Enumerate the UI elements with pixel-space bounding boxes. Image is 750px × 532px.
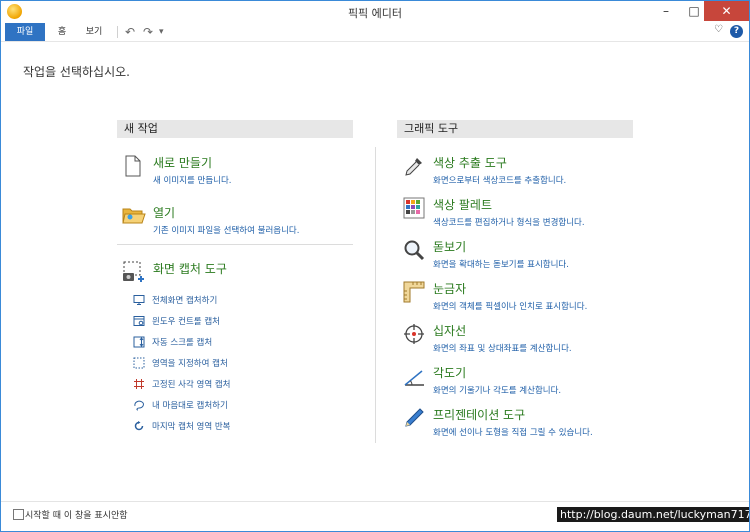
protractor-title[interactable]: 각도기 — [433, 364, 466, 381]
capture-freehand-link[interactable]: 내 마음대로 캡처하기 — [152, 399, 228, 411]
color-picker-title[interactable]: 색상 추출 도구 — [433, 154, 507, 171]
section-divider — [117, 244, 353, 245]
new-document-icon[interactable] — [125, 155, 141, 177]
window-control-icon — [133, 316, 145, 326]
color-palette-icon[interactable] — [403, 197, 425, 219]
crosshair-icon[interactable] — [403, 323, 425, 345]
capture-repeat-last-link[interactable]: 마지막 캡처 영역 반복 — [152, 420, 231, 432]
magnifier-icon[interactable] — [403, 239, 425, 261]
new-image-title[interactable]: 새로 만들기 — [153, 154, 212, 171]
blog-watermark: http://blog.daum.net/luckyman717 — [557, 507, 749, 522]
editor-window: 픽픽 에디터 – □ ✕ 파일 홈 보기 ↶ ↷ ▾ ♡ ? 작업을 선택하십시… — [0, 0, 750, 532]
open-folder-icon[interactable] — [122, 205, 146, 225]
menu-bar: 파일 홈 보기 ↶ ↷ ▾ ♡ ? — [1, 23, 749, 42]
title-bar: 픽픽 에디터 – □ ✕ — [1, 1, 749, 23]
crosshair-desc: 화면의 좌표 및 상대좌표를 계산합니다. — [433, 344, 572, 354]
magnifier-title[interactable]: 돋보기 — [433, 238, 466, 255]
graphic-tools-header: 그래픽 도구 — [397, 120, 633, 138]
screen-capture-title[interactable]: 화면 캡처 도구 — [153, 260, 227, 277]
tab-home[interactable]: 홈 — [53, 23, 71, 41]
instruction-text: 작업을 선택하십시오. — [23, 65, 130, 79]
color-palette-desc: 색상코드를 편집하거나 형식을 변경합니다. — [433, 218, 585, 228]
capture-auto-scroll-link[interactable]: 자동 스크롤 캡처 — [152, 336, 212, 348]
protractor-desc: 화면의 기울기나 각도를 계산합니다. — [433, 386, 562, 396]
pen-icon[interactable] — [403, 407, 425, 429]
capture-region-link[interactable]: 영역을 지정하여 캡처 — [152, 357, 228, 369]
tab-view[interactable]: 보기 — [81, 23, 107, 41]
heart-icon[interactable]: ♡ — [714, 24, 723, 35]
ruler-desc: 화면의 객체를 픽셀이나 인치로 표시합니다. — [433, 302, 588, 312]
new-image-desc: 새 이미지를 만듭니다. — [153, 176, 232, 186]
monitor-icon — [133, 295, 145, 305]
ruler-title[interactable]: 눈금자 — [433, 280, 466, 297]
startup-checkbox-label[interactable]: 시작할 때 이 창을 표시안함 — [25, 508, 128, 521]
open-title[interactable]: 열기 — [153, 204, 175, 221]
ruler-icon[interactable] — [403, 281, 425, 303]
eyedropper-icon[interactable] — [403, 155, 425, 177]
magnifier-desc: 화면을 확대하는 돋보기를 표시합니다. — [433, 260, 569, 270]
new-task-header: 새 작업 — [117, 120, 353, 138]
fixed-region-icon — [134, 379, 144, 389]
minimize-button[interactable]: – — [652, 1, 680, 21]
help-icon[interactable]: ? — [730, 25, 743, 38]
window-title: 픽픽 에디터 — [347, 7, 403, 20]
startup-checkbox[interactable] — [13, 509, 24, 520]
close-button[interactable]: ✕ — [704, 1, 749, 21]
capture-window-control-link[interactable]: 윈도우 컨트롤 캡처 — [152, 315, 220, 327]
undo-icon[interactable]: ↶ — [125, 24, 135, 40]
column-divider — [375, 147, 376, 443]
redo-icon[interactable]: ↷ — [143, 24, 153, 40]
toolbar-separator — [117, 26, 118, 38]
region-select-icon — [133, 357, 145, 369]
tab-file[interactable]: 파일 — [5, 23, 45, 41]
crosshair-title[interactable]: 십자선 — [433, 322, 466, 339]
screen-capture-icon[interactable] — [122, 261, 148, 283]
quick-access-dropdown-icon[interactable]: ▾ — [159, 24, 164, 40]
freehand-capture-icon — [134, 400, 144, 411]
color-palette-title[interactable]: 색상 팔레트 — [433, 196, 492, 213]
capture-fixed-region-link[interactable]: 고정된 사각 영역 캡처 — [152, 378, 231, 390]
capture-fullscreen-link[interactable]: 전체화면 캡처하기 — [152, 294, 217, 306]
color-picker-desc: 화면으로부터 색상코드를 추출합니다. — [433, 176, 567, 186]
open-desc: 기존 이미지 파일을 선택하여 불러옵니다. — [153, 226, 300, 236]
presentation-tool-desc: 화면에 선이나 도형을 직접 그릴 수 있습니다. — [433, 428, 593, 438]
presentation-tool-title[interactable]: 프리젠테이션 도구 — [433, 406, 525, 423]
repeat-capture-icon — [134, 421, 144, 431]
protractor-icon[interactable] — [403, 365, 425, 387]
auto-scroll-icon — [133, 336, 145, 348]
